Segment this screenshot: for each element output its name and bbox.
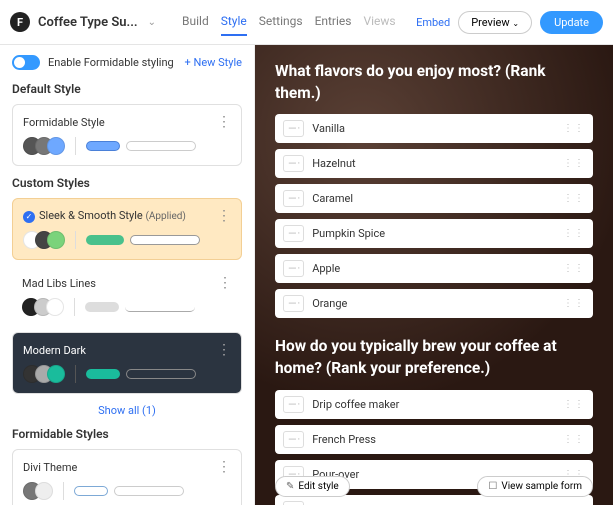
page-icon: ☐ — [488, 481, 497, 492]
form-preview: What flavors do you enjoy most? (Rank th… — [255, 45, 613, 505]
grip-icon[interactable]: ⋮⋮ — [563, 399, 585, 410]
drag-handle-icon[interactable]: — · — [283, 120, 304, 137]
new-style-link[interactable]: + New Style — [185, 56, 243, 69]
enable-styling-label: Enable Formidable styling — [48, 56, 174, 69]
drag-handle-icon[interactable]: — · — [283, 260, 304, 277]
input-preview — [125, 302, 195, 312]
preview-button[interactable]: Preview ⌄ — [458, 11, 532, 34]
main-layout: Enable Formidable styling + New Style De… — [0, 45, 613, 505]
show-all-link[interactable]: Show all (1) — [12, 404, 242, 417]
drag-handle-icon[interactable]: — · — [283, 295, 304, 312]
rank-item-label: Pumpkin Spice — [312, 227, 385, 240]
drag-handle-icon[interactable]: — · — [283, 501, 304, 505]
drag-handle-icon[interactable]: — · — [283, 225, 304, 242]
view-sample-form-button[interactable]: ☐View sample form — [477, 476, 593, 497]
update-button[interactable]: Update — [540, 11, 603, 34]
drag-handle-icon[interactable]: — · — [283, 155, 304, 172]
section-custom-styles: Custom Styles — [12, 176, 242, 190]
rank-item-label: Apple — [312, 262, 340, 275]
form-title[interactable]: Coffee Type Su... — [38, 15, 138, 30]
input-preview — [126, 369, 196, 379]
style-name: Modern Dark — [23, 344, 86, 357]
button-preview — [86, 235, 124, 245]
check-icon: ✓ — [23, 211, 35, 223]
rank-item-label: Orange — [312, 297, 347, 310]
input-preview — [114, 486, 184, 496]
question-1: What flavors do you enjoy most? (Rank th… — [275, 61, 593, 104]
button-preview — [86, 141, 120, 151]
style-card-mad-libs[interactable]: Mad Libs Lines ⋮ — [12, 270, 242, 322]
rank-item-label: Vanilla — [312, 122, 345, 135]
chevron-down-icon[interactable]: ⌄ — [148, 17, 156, 28]
drag-handle-icon[interactable]: — · — [283, 431, 304, 448]
question-2: How do you typically brew your coffee at… — [275, 336, 593, 379]
kebab-icon[interactable]: ⋮ — [218, 276, 232, 290]
enable-styling-toggle[interactable] — [12, 55, 40, 70]
rank-item[interactable]: — · Hazelnut ⋮⋮ — [275, 149, 593, 178]
rank-item-label: Drip coffee maker — [312, 398, 399, 411]
section-default-style: Default Style — [12, 82, 242, 96]
tab-build[interactable]: Build — [182, 8, 209, 36]
grip-icon[interactable]: ⋮⋮ — [563, 158, 585, 169]
color-swatches — [23, 231, 65, 249]
style-name: ✓Sleek & Smooth Style (Applied) — [23, 209, 186, 223]
rank-item[interactable]: — · Caramel ⋮⋮ — [275, 184, 593, 213]
rank-item[interactable]: — · Drip coffee maker ⋮⋮ — [275, 390, 593, 419]
rank-item[interactable]: — · Pumpkin Spice ⋮⋮ — [275, 219, 593, 248]
color-swatches — [22, 298, 64, 316]
grip-icon[interactable]: ⋮⋮ — [563, 434, 585, 445]
grip-icon[interactable]: ⋮⋮ — [563, 298, 585, 309]
style-card-sleek-smooth[interactable]: ✓Sleek & Smooth Style (Applied) ⋮ — [12, 198, 242, 260]
rank-item[interactable]: — · Apple ⋮⋮ — [275, 254, 593, 283]
grip-icon[interactable]: ⋮⋮ — [563, 228, 585, 239]
tab-views: Views — [363, 8, 395, 36]
grip-icon[interactable]: ⋮⋮ — [563, 263, 585, 274]
grip-icon[interactable]: ⋮⋮ — [563, 193, 585, 204]
rank-item[interactable]: — · Orange ⋮⋮ — [275, 289, 593, 318]
section-formidable-styles: Formidable Styles — [12, 427, 242, 441]
input-preview — [130, 235, 200, 245]
kebab-icon[interactable]: ⋮ — [217, 115, 231, 129]
rank-item[interactable]: — · French Press ⋮⋮ — [275, 425, 593, 454]
header-tabs: Build Style Settings Entries Views — [182, 8, 396, 36]
style-name: Formidable Style — [23, 116, 105, 129]
rank-item-label: Hazelnut — [312, 157, 355, 170]
color-swatches — [23, 482, 53, 500]
color-swatches — [23, 137, 65, 155]
header-bar: F Coffee Type Su... ⌄ Build Style Settin… — [0, 0, 613, 45]
app-logo-icon: F — [10, 12, 30, 32]
style-name: Mad Libs Lines — [22, 277, 96, 290]
kebab-icon[interactable]: ⋮ — [217, 343, 231, 357]
button-preview — [85, 302, 119, 312]
rank-item-label: French Press — [312, 433, 376, 446]
edit-style-button[interactable]: ✎Edit style — [275, 476, 350, 497]
tab-entries[interactable]: Entries — [315, 8, 352, 36]
style-card-formidable[interactable]: Formidable Style ⋮ — [12, 104, 242, 166]
rank-item-label: Caramel — [312, 192, 353, 205]
style-sidebar: Enable Formidable styling + New Style De… — [0, 45, 255, 505]
style-card-modern-dark[interactable]: Modern Dark ⋮ — [12, 332, 242, 394]
tab-style[interactable]: Style — [221, 8, 247, 36]
style-name: Divi Theme — [23, 461, 77, 474]
button-preview — [86, 369, 120, 379]
kebab-icon[interactable]: ⋮ — [217, 209, 231, 223]
color-swatches — [23, 365, 65, 383]
button-preview — [74, 486, 108, 496]
grip-icon[interactable]: ⋮⋮ — [563, 123, 585, 134]
kebab-icon[interactable]: ⋮ — [217, 460, 231, 474]
style-card-divi[interactable]: Divi Theme ⋮ — [12, 449, 242, 505]
drag-handle-icon[interactable]: — · — [283, 396, 304, 413]
input-preview — [126, 141, 196, 151]
drag-handle-icon[interactable]: — · — [283, 190, 304, 207]
chevron-down-icon: ⌄ — [512, 19, 519, 28]
pencil-icon: ✎ — [286, 481, 294, 492]
rank-item[interactable]: — · Vanilla ⋮⋮ — [275, 114, 593, 143]
tab-settings[interactable]: Settings — [259, 8, 303, 36]
embed-link[interactable]: Embed — [416, 16, 450, 29]
